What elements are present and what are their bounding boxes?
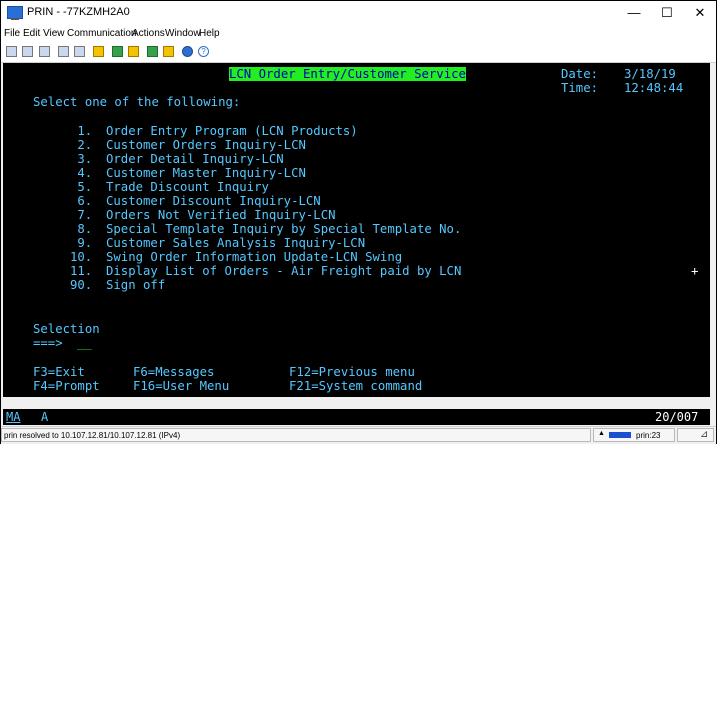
menu-window[interactable]: Window <box>165 28 201 39</box>
option-number: 4. <box>70 166 93 180</box>
selection-arrow: ===> <box>33 336 63 350</box>
connection-cell: ▲ prin:23 <box>593 428 675 442</box>
option-number: 10. <box>70 250 93 264</box>
menu-actions[interactable]: Actions <box>132 28 165 39</box>
selection-label: Selection <box>33 322 100 336</box>
paste-icon[interactable] <box>22 46 33 57</box>
receive-file-icon[interactable] <box>128 46 139 57</box>
option-number: 11. <box>70 264 93 278</box>
option-number: 7. <box>70 208 93 222</box>
resize-grip-cell[interactable]: ⊿ <box>677 428 714 442</box>
option-label[interactable]: Customer Sales Analysis Inquiry-LCN <box>106 236 365 250</box>
title-bar: PRIN - -77KZMH2A0 — ☐ ✕ <box>1 1 716 25</box>
toolbar: ? <box>1 42 716 63</box>
menu-communication[interactable]: Communication <box>67 28 136 39</box>
fkey-f16[interactable]: F16=User Menu <box>133 379 229 393</box>
status-message: prin resolved to 10.107.12.81/10.107.12.… <box>4 431 181 440</box>
menu-edit[interactable]: Edit <box>23 28 40 39</box>
menu-view[interactable]: View <box>43 28 65 39</box>
oia-mode: A <box>41 410 49 424</box>
vertical-scrollbar[interactable] <box>711 63 716 397</box>
fkey-f3[interactable]: F3=Exit <box>33 365 85 379</box>
connection-icon <box>609 432 631 438</box>
transfer2-icon[interactable] <box>163 46 174 57</box>
operator-info-area: MA A 20/007 <box>3 409 710 425</box>
window-title: PRIN - -77KZMH2A0 <box>27 6 130 18</box>
terminal-app-icon <box>7 6 23 20</box>
menu-file[interactable]: File <box>4 28 20 39</box>
screen-prompt: Select one of the following: <box>33 95 241 109</box>
time-label: Time: <box>561 81 599 95</box>
option-number: 3. <box>70 152 93 166</box>
screen-header-title: LCN Order Entry/Customer Service <box>229 67 466 81</box>
date-label: Date: <box>561 67 599 81</box>
more-indicator: + <box>691 264 699 278</box>
option-label[interactable]: Display List of Orders - Air Freight pai… <box>106 264 461 278</box>
keyboard-icon[interactable] <box>74 46 85 57</box>
terminal-window: PRIN - -77KZMH2A0 — ☐ ✕ File Edit View C… <box>0 0 717 444</box>
copy-icon[interactable] <box>6 46 17 57</box>
option-number: 8. <box>70 222 93 236</box>
menu-help[interactable]: Help <box>199 28 220 39</box>
screen-icon[interactable] <box>58 46 69 57</box>
send-file-icon[interactable] <box>112 46 123 57</box>
option-number: 90. <box>70 278 93 292</box>
fkey-f12[interactable]: F12=Previous menu <box>289 365 415 379</box>
maximize-button[interactable]: ☐ <box>651 1 683 25</box>
selection-input[interactable]: __ <box>77 336 92 350</box>
fkey-f6[interactable]: F6=Messages <box>133 365 214 379</box>
status-message-cell: prin resolved to 10.107.12.81/10.107.12.… <box>1 428 591 442</box>
fkey-f4[interactable]: F4=Prompt <box>33 379 100 393</box>
print-icon[interactable] <box>39 46 50 57</box>
oia-indicator: MA <box>6 410 21 424</box>
option-label[interactable]: Order Entry Program (LCN Products) <box>106 124 358 138</box>
network-icon[interactable] <box>182 46 193 57</box>
resize-grip-icon[interactable]: ⊿ <box>700 429 708 440</box>
status-bar: prin resolved to 10.107.12.81/10.107.12.… <box>1 426 716 444</box>
macro-icon[interactable] <box>93 46 104 57</box>
cursor-position: 20/007 <box>655 410 699 424</box>
option-label[interactable]: Customer Orders Inquiry-LCN <box>106 138 306 152</box>
option-number: 6. <box>70 194 93 208</box>
option-number: 5. <box>70 180 93 194</box>
host-label: prin:23 <box>636 431 661 440</box>
transfer-icon[interactable] <box>147 46 158 57</box>
terminal-screen[interactable]: LCN Order Entry/Customer Service Date: 3… <box>3 63 710 397</box>
time-value: 12:48:44 <box>624 81 684 95</box>
option-number: 1. <box>70 124 93 138</box>
option-label[interactable]: Customer Discount Inquiry-LCN <box>106 194 321 208</box>
minimize-button[interactable]: — <box>618 1 650 25</box>
fkey-f21[interactable]: F21=System command <box>289 379 422 393</box>
option-label[interactable]: Sign off <box>106 278 165 292</box>
scroll-up-icon: ▲ <box>598 430 605 437</box>
close-button[interactable]: ✕ <box>684 1 716 25</box>
option-label[interactable]: Swing Order Information Update-LCN Swing <box>106 250 402 264</box>
menu-bar: File Edit View Communication Actions Win… <box>1 25 716 42</box>
option-label[interactable]: Order Detail Inquiry-LCN <box>106 152 284 166</box>
option-number: 2. <box>70 138 93 152</box>
option-label[interactable]: Orders Not Verified Inquiry-LCN <box>106 208 336 222</box>
option-label[interactable]: Trade Discount Inquiry <box>106 180 269 194</box>
date-value: 3/18/19 <box>624 67 676 81</box>
help-icon[interactable]: ? <box>198 46 209 57</box>
option-label[interactable]: Customer Master Inquiry-LCN <box>106 166 306 180</box>
option-number: 9. <box>70 236 93 250</box>
option-label[interactable]: Special Template Inquiry by Special Temp… <box>106 222 461 236</box>
